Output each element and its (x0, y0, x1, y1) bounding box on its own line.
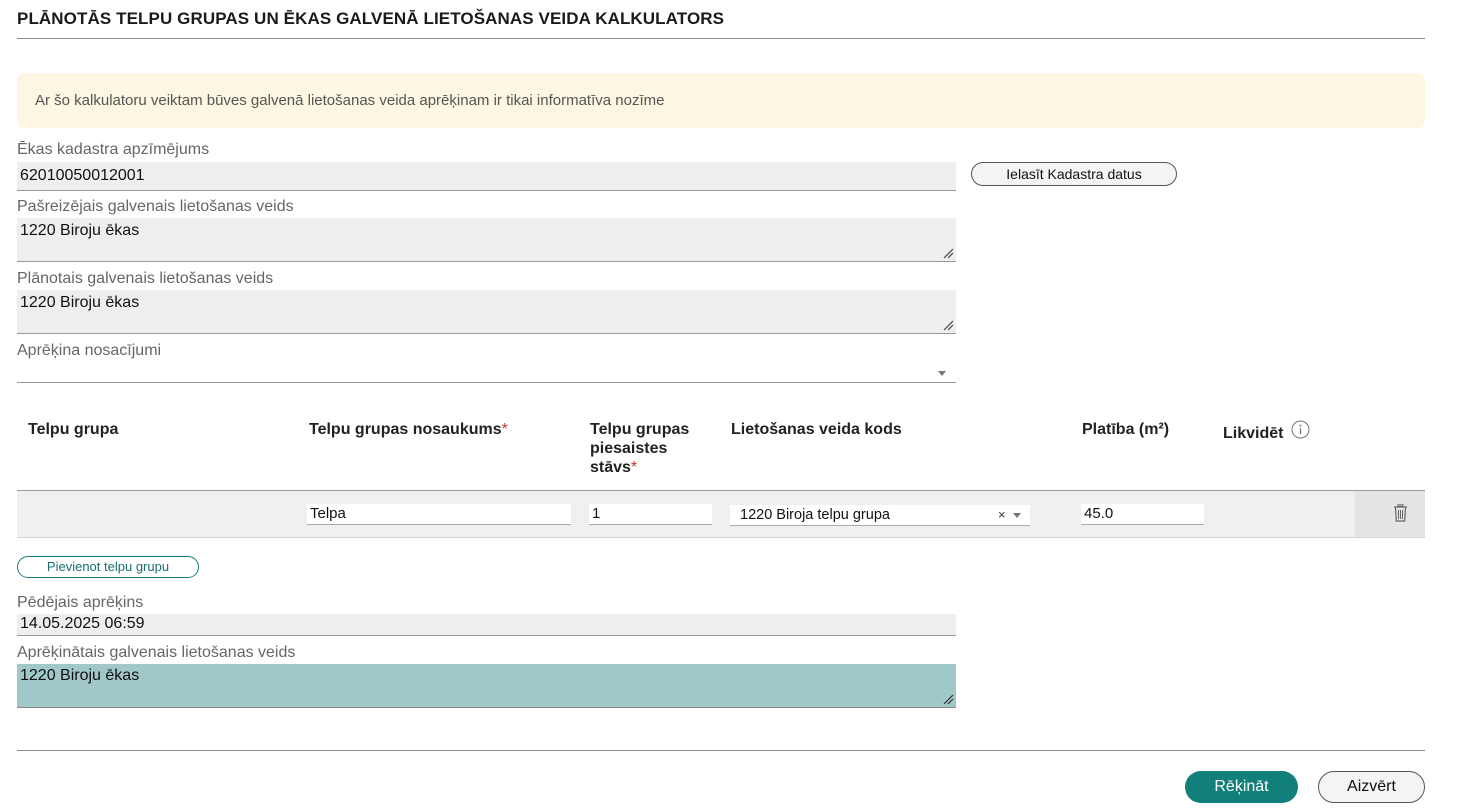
clear-icon[interactable]: × (998, 505, 1006, 525)
planned-use-label: Plānotais galvenais lietošanas veids (17, 270, 274, 287)
resize-handle-icon[interactable] (942, 319, 954, 331)
cadastre-value: 62010050012001 (20, 167, 145, 184)
calc-use-value: 1220 Biroju ēkas (20, 667, 140, 684)
col-header-group: Telpu grupa (28, 421, 119, 438)
current-use-field[interactable]: 1220 Biroju ēkas (17, 218, 956, 262)
current-use-label: Pašreizējais galvenais lietošanas veids (17, 198, 294, 215)
calc-use-field[interactable]: 1220 Biroju ēkas (17, 664, 956, 708)
conditions-select[interactable] (17, 362, 956, 383)
last-calc-value: 14.05.2025 06:59 (20, 615, 145, 632)
chevron-down-icon (938, 371, 946, 376)
chevron-down-icon[interactable] (1013, 513, 1021, 518)
use-code-select[interactable]: 1220 Biroja telpu grupa × (730, 505, 1030, 526)
planned-use-field[interactable]: 1220 Biroju ēkas (17, 290, 956, 334)
calc-use-label: Aprēķinātais galvenais lietošanas veids (17, 644, 296, 661)
notice-text: Ar šo kalkulatoru veiktam būves galvenā … (35, 92, 665, 109)
cadastre-label: Ēkas kadastra apzīmējums (17, 141, 210, 158)
required-mark: * (630, 459, 638, 476)
delete-cell (1355, 491, 1425, 537)
info-icon[interactable] (1291, 420, 1310, 439)
trash-icon[interactable] (1393, 504, 1408, 522)
info-notice: Ar šo kalkulatoru veiktam būves galvenā … (17, 73, 1425, 128)
footer-divider (17, 750, 1425, 751)
add-room-group-button[interactable]: Pievienot telpu grupu (17, 556, 199, 578)
area-input[interactable]: 45.0 (1081, 504, 1204, 525)
current-use-value: 1220 Biroju ēkas (20, 222, 140, 239)
resize-handle-icon[interactable] (942, 693, 954, 705)
page-title: PLĀNOTĀS TELPU GRUPAS UN ĒKAS GALVENĀ LI… (17, 9, 725, 28)
col-header-floor-line3: stāvs (590, 459, 631, 476)
last-calc-field: 14.05.2025 06:59 (17, 614, 956, 636)
col-header-floor-line2: piesaistes (590, 440, 668, 457)
use-code-value: 1220 Biroja telpu grupa (740, 507, 890, 523)
conditions-label: Aprēķina nosacījumi (17, 342, 162, 359)
col-header-code: Lietošanas veida kods (731, 421, 902, 438)
floor-input[interactable]: 1 (589, 504, 712, 525)
title-divider (17, 38, 1425, 39)
col-header-floor: Telpu grupas piesaistes stāvs* (590, 420, 689, 477)
room-group-name-input[interactable]: Telpa (307, 504, 571, 525)
col-header-liquidate: Likvidēt (1223, 425, 1284, 442)
planned-use-value: 1220 Biroju ēkas (20, 294, 140, 311)
col-header-area: Platība (m²) (1082, 421, 1170, 438)
close-button[interactable]: Aizvērt (1318, 771, 1425, 803)
required-mark: * (501, 421, 508, 438)
resize-handle-icon[interactable] (942, 247, 954, 259)
cadastre-field[interactable]: 62010050012001 (17, 162, 956, 191)
read-cadastre-button[interactable]: Ielasīt Kadastra datus (971, 162, 1177, 186)
col-header-name: Telpu grupas nosaukums* (309, 420, 508, 439)
col-header-name-text: Telpu grupas nosaukums (309, 421, 502, 438)
last-calc-label: Pēdējais aprēķins (17, 594, 144, 611)
calculate-button[interactable]: Rēķināt (1185, 771, 1298, 803)
table-row (17, 490, 1425, 538)
col-header-floor-line1: Telpu grupas (590, 421, 690, 438)
